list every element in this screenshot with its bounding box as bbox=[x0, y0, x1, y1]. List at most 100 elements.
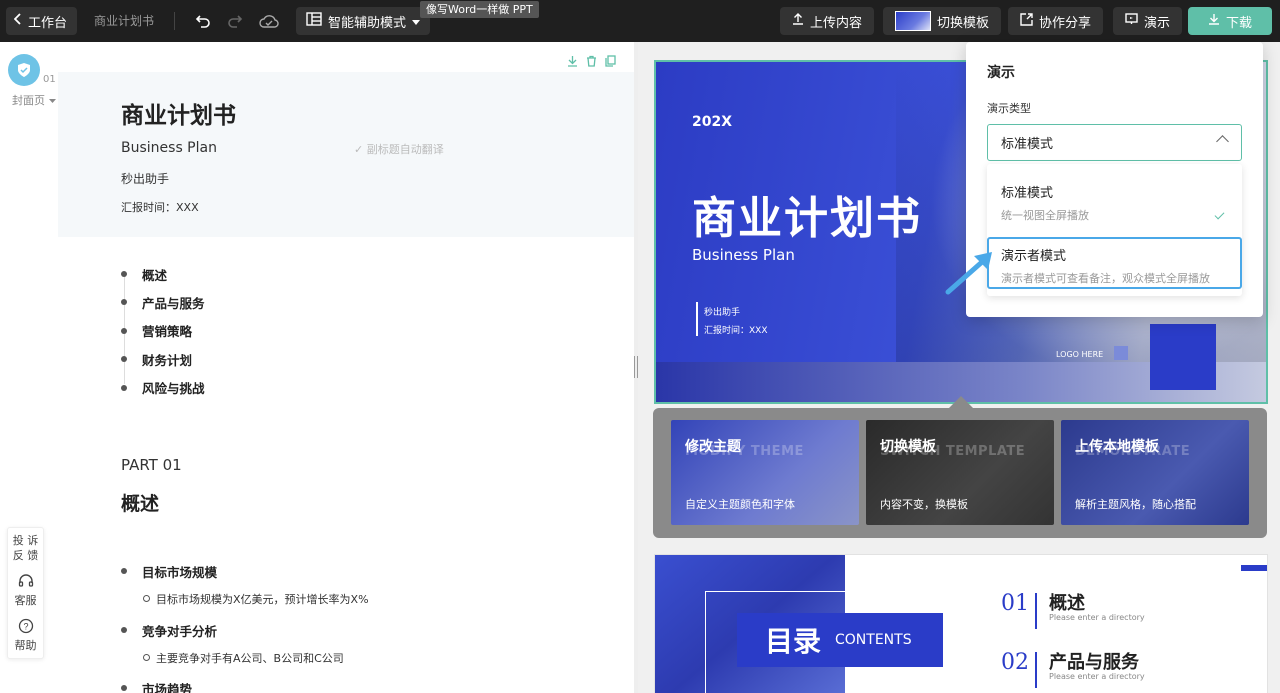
download-label: 下载 bbox=[1225, 15, 1252, 31]
contents-heading-en: CONTENTS bbox=[835, 632, 912, 648]
shield-icon bbox=[18, 63, 30, 77]
contents-item-title: 概述 bbox=[1049, 593, 1085, 614]
complaint-label: 投 诉 反 馈 bbox=[12, 534, 39, 562]
auto-translate-hint[interactable]: ✓ 副标题自动翻译 bbox=[354, 141, 444, 157]
svg-text:?: ? bbox=[23, 622, 28, 632]
cover-author[interactable]: 秒出助手 bbox=[121, 170, 169, 187]
download-button[interactable]: 下载 bbox=[1188, 7, 1272, 35]
cloud-save-icon[interactable] bbox=[256, 8, 282, 34]
switch-template-button[interactable]: 切换模板 bbox=[883, 7, 1002, 35]
chevron-up-icon bbox=[1216, 135, 1229, 148]
switch-template-label: 切换模板 bbox=[937, 15, 990, 31]
card-desc: 解析主题风格，随心搭配 bbox=[1075, 498, 1196, 511]
slide-year: 202X bbox=[692, 114, 733, 130]
caret-down-icon bbox=[412, 14, 421, 29]
bullet-item[interactable]: 市场趋势 bbox=[121, 679, 192, 693]
contents-heading: 目录 bbox=[765, 625, 822, 658]
help-button[interactable]: ? 帮助 bbox=[8, 613, 43, 658]
undo-icon[interactable] bbox=[190, 8, 216, 34]
slide-decor-square bbox=[1150, 324, 1216, 390]
modify-theme-card[interactable]: MODIFY THEME 修改主题 自定义主题颜色和字体 bbox=[671, 420, 859, 525]
mode-label: 智能辅助模式 bbox=[328, 15, 407, 31]
outline-item[interactable]: 财务计划 bbox=[121, 345, 205, 373]
contents-item-hint: Please enter a directory bbox=[1049, 672, 1145, 681]
slide-author: 秒出助手 bbox=[704, 308, 741, 318]
bullet-item[interactable]: 目标市场规模 bbox=[121, 562, 217, 581]
upload-content-button[interactable]: 上传内容 bbox=[780, 7, 875, 35]
card-title: 上传本地模板 bbox=[1075, 439, 1159, 455]
present-type-select[interactable]: 标准模式 bbox=[987, 124, 1242, 161]
page-avatar[interactable] bbox=[8, 54, 40, 86]
help-icon: ? bbox=[8, 618, 43, 638]
download-section-icon[interactable] bbox=[567, 55, 578, 71]
slide-title: 商业计划书 bbox=[692, 193, 922, 244]
contents-item-hint: Please enter a directory bbox=[1049, 613, 1145, 622]
sub-bullet-item[interactable]: 目标市场规模为X亿美元，预计增长率为X% bbox=[143, 591, 369, 607]
slide-date: 汇报时间：XXX bbox=[704, 326, 768, 336]
contents-slide-preview[interactable]: 目录 CONTENTS 01 概述 Please enter a directo… bbox=[654, 554, 1268, 693]
page-type-label: 封面页 bbox=[12, 94, 45, 107]
cover-subtitle[interactable]: Business Plan bbox=[121, 140, 217, 156]
pointer-arrow-icon bbox=[945, 252, 992, 295]
share-button[interactable]: 协作分享 bbox=[1008, 7, 1104, 35]
outline-item[interactable]: 风险与挑战 bbox=[121, 374, 205, 402]
service-label: 客服 bbox=[14, 594, 37, 607]
headset-icon bbox=[8, 573, 43, 593]
contents-heading-box: 目录 CONTENTS bbox=[737, 613, 943, 667]
card-title: 切换模板 bbox=[880, 439, 936, 455]
slide-accent-bar bbox=[696, 302, 698, 336]
option-presenter-mode[interactable]: 演示者模式 演示者模式可查看备注，观众模式全屏播放 bbox=[987, 237, 1242, 289]
layout-icon bbox=[306, 12, 322, 30]
delete-icon[interactable] bbox=[586, 55, 597, 71]
sub-bullet-item[interactable]: 主要竞争对手有A公司、B公司和C公司 bbox=[143, 650, 344, 666]
part-title[interactable]: 概述 bbox=[121, 489, 159, 516]
panel-title: 演示 bbox=[987, 65, 1015, 81]
outline-item[interactable]: 产品与服务 bbox=[121, 288, 205, 316]
outline-editor: 01 封面页 商业计划书 Business Plan ✓ 副标题自动翻译 秒出助… bbox=[0, 42, 634, 693]
share-icon bbox=[1020, 12, 1033, 30]
present-label: 演示 bbox=[1144, 15, 1171, 31]
back-label: 工作台 bbox=[28, 15, 68, 31]
contents-item-number: 02 bbox=[1001, 650, 1029, 675]
contents-item-bar bbox=[1035, 593, 1037, 629]
upload-icon bbox=[792, 13, 804, 29]
present-type-menu: 标准模式 统一视图全屏播放 演示者模式 演示者模式可查看备注，观众模式全屏播放 bbox=[987, 164, 1242, 296]
slide-subtitle: Business Plan bbox=[692, 246, 795, 264]
customer-service-button[interactable]: 客服 bbox=[8, 568, 43, 613]
option-standard-mode[interactable]: 标准模式 统一视图全屏播放 bbox=[987, 182, 1242, 223]
contents-accent bbox=[1241, 565, 1267, 571]
cover-title[interactable]: 商业计划书 bbox=[121, 96, 236, 130]
option-name: 标准模式 bbox=[1001, 186, 1054, 201]
complaint-feedback-button[interactable]: 投 诉 反 馈 bbox=[8, 528, 43, 568]
chevron-left-icon bbox=[13, 13, 22, 29]
caret-down-icon bbox=[48, 94, 56, 107]
page-type-selector[interactable]: 封面页 bbox=[12, 92, 56, 108]
redo-icon[interactable] bbox=[222, 8, 248, 34]
contents-item-title: 产品与服务 bbox=[1049, 652, 1139, 673]
option-name: 演示者模式 bbox=[1001, 249, 1067, 264]
mode-selector-button[interactable]: 智能辅助模式 bbox=[296, 7, 431, 35]
slide-logo-mark bbox=[1114, 346, 1128, 360]
back-to-workspace-button[interactable]: 工作台 bbox=[6, 7, 78, 35]
part-label[interactable]: PART 01 bbox=[121, 456, 182, 474]
selected-mode: 标准模式 bbox=[1001, 137, 1054, 152]
option-desc: 演示者模式可查看备注，观众模式全屏播放 bbox=[1001, 272, 1210, 285]
top-toolbar: 工作台 商业计划书 智能辅助模式 像写Word一样做 PPT 上传内容 切换模板… bbox=[0, 0, 1280, 42]
slide-actions-popover: MODIFY THEME 修改主题 自定义主题颜色和字体 SWITCH TEMP… bbox=[653, 408, 1267, 538]
help-label: 帮助 bbox=[14, 639, 37, 652]
present-settings-panel: 演示 演示类型 标准模式 标准模式 统一视图全屏播放 演示者模式 演示者模式可查… bbox=[966, 42, 1263, 317]
feedback-sidebar: 投 诉 反 馈 客服 ? 帮助 bbox=[7, 527, 44, 659]
present-button[interactable]: 演示 bbox=[1113, 7, 1183, 35]
card-desc: 内容不变，换模板 bbox=[880, 498, 968, 511]
bullet-item[interactable]: 竞争对手分析 bbox=[121, 621, 217, 640]
contents-item-number: 01 bbox=[1001, 591, 1029, 616]
copy-icon[interactable] bbox=[605, 55, 616, 71]
outline-item[interactable]: 营销策略 bbox=[121, 317, 205, 345]
cover-date[interactable]: 汇报时间：XXX bbox=[121, 199, 199, 215]
present-icon bbox=[1125, 13, 1138, 29]
outline-item[interactable]: 概述 bbox=[121, 260, 205, 288]
share-label: 协作分享 bbox=[1039, 15, 1092, 31]
upload-local-template-card[interactable]: DEMONSTRATE 上传本地模板 解析主题风格，随心搭配 bbox=[1061, 420, 1249, 525]
switch-template-card[interactable]: SWITCH TEMPLATE 切换模板 内容不变，换模板 bbox=[866, 420, 1054, 525]
document-title[interactable]: 商业计划书 bbox=[94, 12, 154, 29]
